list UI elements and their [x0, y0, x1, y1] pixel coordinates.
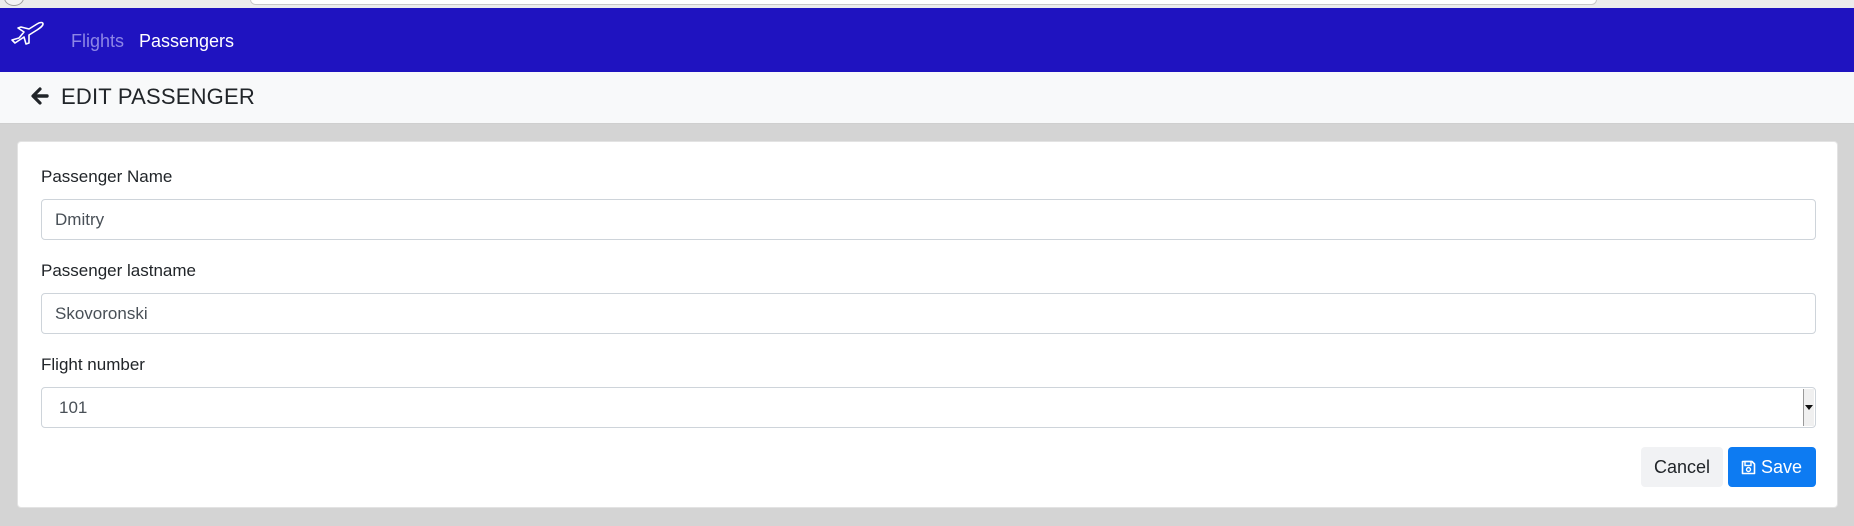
page-title: EDIT PASSENGER	[61, 84, 255, 109]
passenger-lastname-input[interactable]	[41, 293, 1816, 334]
passenger-name-label: Passenger Name	[41, 167, 173, 186]
save-button-label: Save	[1761, 457, 1803, 477]
flight-number-selected: 101	[59, 398, 88, 417]
flight-number-select[interactable]: 101	[41, 387, 1816, 428]
passenger-name-input[interactable]	[41, 199, 1816, 240]
arrow-left-icon[interactable]	[31, 87, 49, 105]
nav-link-passengers[interactable]: Passengers	[139, 30, 234, 52]
page-header: EDIT PASSENGER	[0, 72, 1854, 124]
top-navbar: Flights Passengers	[0, 8, 1854, 72]
save-button[interactable]: Save	[1728, 447, 1816, 487]
nav-link-flights[interactable]: Flights	[71, 30, 124, 52]
passenger-lastname-label: Passenger lastname	[41, 261, 196, 280]
browser-button[interactable]	[4, 0, 24, 6]
airplane-icon[interactable]	[9, 18, 47, 50]
edit-passenger-form: Passenger Name Passenger lastname Flight…	[17, 141, 1838, 508]
flight-number-label: Flight number	[41, 355, 145, 374]
chevron-down-icon[interactable]	[1803, 389, 1814, 426]
floppy-disk-icon	[1741, 459, 1756, 475]
cancel-button[interactable]: Cancel	[1641, 447, 1723, 487]
address-bar[interactable]	[250, 0, 1597, 5]
